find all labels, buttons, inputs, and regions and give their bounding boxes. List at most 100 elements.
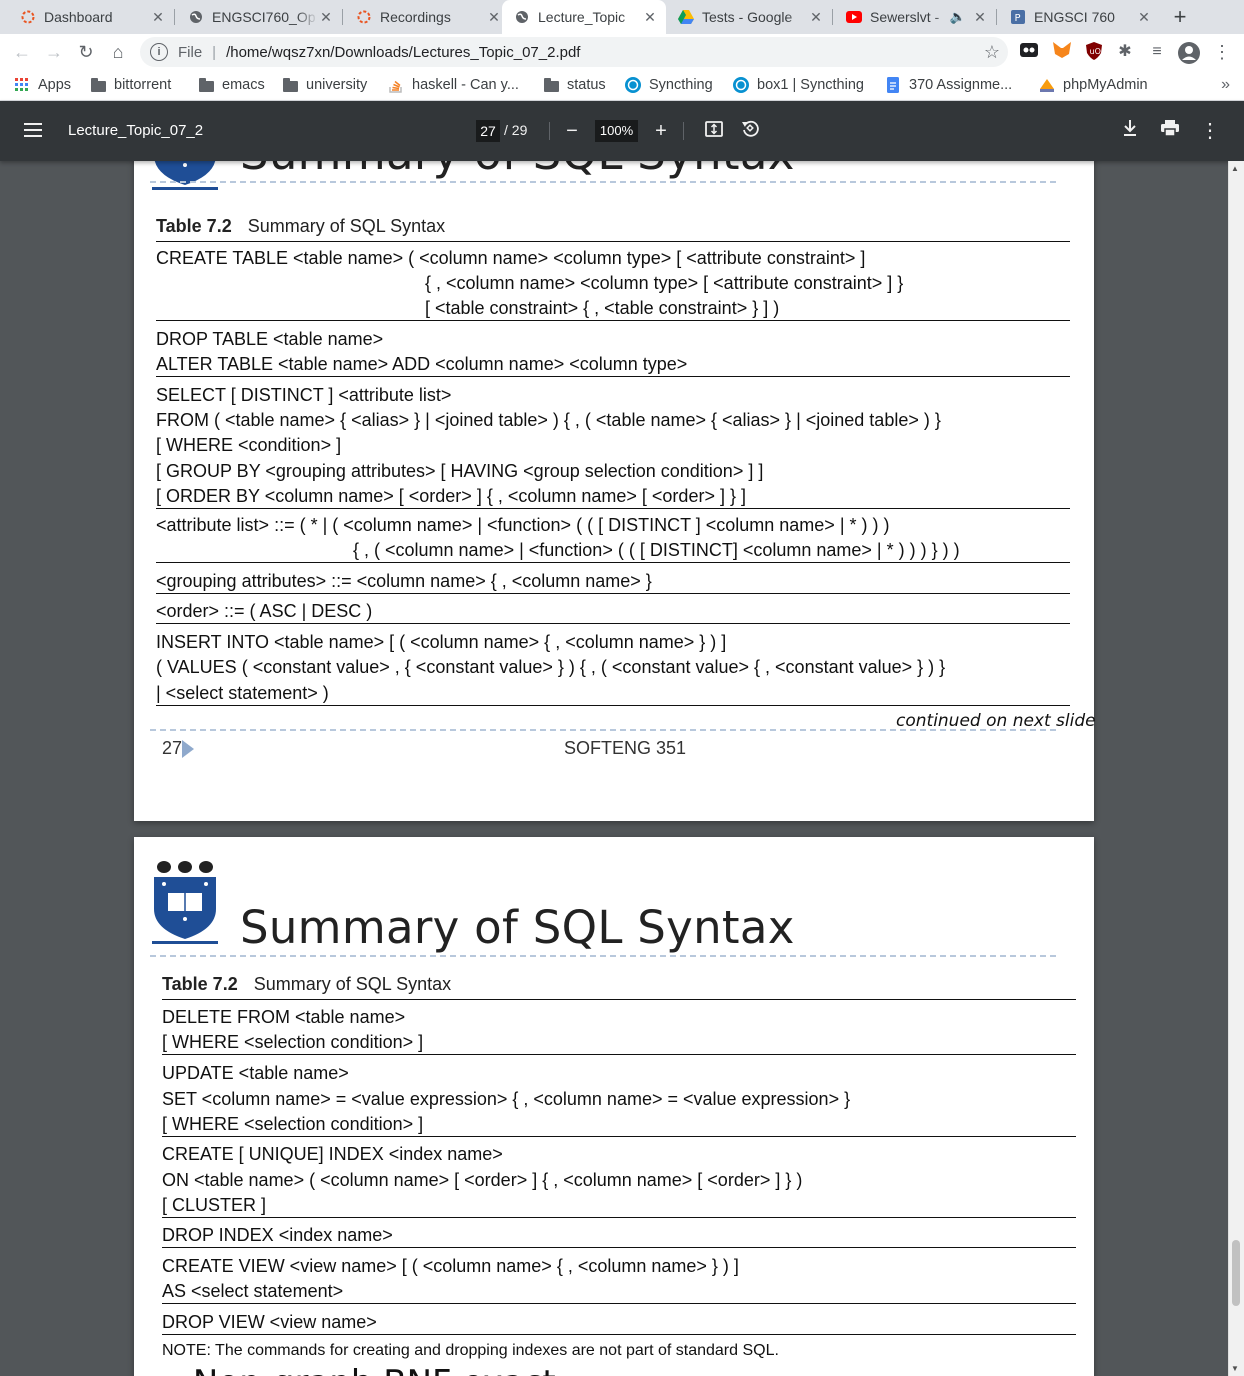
tab-sewerslvt[interactable]: Sewerslvt - 🔈 ✕ <box>834 0 996 34</box>
bookmarks-overflow-icon[interactable]: » <box>1221 76 1230 94</box>
table-rule <box>156 376 1070 377</box>
bookmarks-bar: Apps bittorrent emacs university haskell… <box>0 70 1244 101</box>
home-button[interactable]: ⌂ <box>105 39 131 65</box>
scrollbar-thumb[interactable] <box>1232 1240 1240 1306</box>
tab-lecture-topic[interactable]: Lecture_Topic ✕ <box>502 0 666 34</box>
syntax-line: FROM ( <table name> { <alias> } | <joine… <box>156 410 941 430</box>
stackoverflow-icon <box>388 77 404 93</box>
footer-rule <box>150 729 1056 731</box>
zoom-in-button[interactable]: + <box>649 119 673 143</box>
syntax-line: DELETE FROM <table name> <box>162 1007 406 1027</box>
close-icon[interactable]: ✕ <box>972 9 988 26</box>
close-icon[interactable]: ✕ <box>150 9 166 26</box>
bookmark-syncthing[interactable]: Syncthing <box>625 75 713 95</box>
ubuntu-icon <box>20 9 36 25</box>
close-icon[interactable]: ✕ <box>808 9 824 26</box>
title-underline <box>150 955 1056 957</box>
reload-button[interactable]: ↻ <box>73 39 99 65</box>
print-button[interactable] <box>1158 119 1182 143</box>
syntax-line: [ WHERE <condition> ] <box>156 435 342 455</box>
speaker-icon[interactable]: 🔈 <box>950 9 966 25</box>
bookmark-star-icon[interactable]: ☆ <box>984 42 1000 63</box>
close-icon[interactable]: ✕ <box>1136 9 1152 26</box>
close-icon[interactable]: ✕ <box>486 9 502 26</box>
syncthing-icon <box>625 77 641 93</box>
tab-recordings[interactable]: Recordings ✕ <box>344 0 510 34</box>
zoom-out-button[interactable]: − <box>560 119 584 143</box>
address-bar[interactable]: i File | /home/wqsz7xn/Downloads/Lecture… <box>140 37 1008 67</box>
rotate-button[interactable] <box>738 119 762 143</box>
pdf-page: Summary of SQL Syntax Table 7.2Summary o… <box>134 161 1096 821</box>
tab-dashboard[interactable]: Dashboard ✕ <box>8 0 174 34</box>
syntax-line: ALTER TABLE <table name> ADD <column nam… <box>156 354 688 374</box>
download-button[interactable] <box>1118 119 1142 143</box>
tab-engsci-760[interactable]: P ENGSCI 760 ✕ <box>998 0 1160 34</box>
bookmark-status[interactable]: status <box>543 75 606 95</box>
zoom-input[interactable]: 100% <box>595 120 638 142</box>
metamask-icon[interactable] <box>1052 42 1072 62</box>
syntax-line: ( VALUES ( <constant value> , { <constan… <box>156 657 946 677</box>
table-rule <box>162 1217 1076 1218</box>
syntax-line: | <select statement> ) <box>156 683 329 703</box>
syntax-line: DROP INDEX <index name> <box>162 1225 393 1245</box>
menu-dots-icon[interactable]: ⋮ <box>1212 42 1232 62</box>
bookmark-label: haskell - Can y... <box>412 77 519 93</box>
table-rule <box>156 623 1070 624</box>
close-icon[interactable]: ✕ <box>318 9 334 26</box>
table-rule <box>162 1247 1076 1248</box>
tab-engsci760-op[interactable]: ENGSCI760_Op ✕ <box>176 0 342 34</box>
vertical-scrollbar[interactable]: ▲ ▼ <box>1228 161 1244 1376</box>
ublock-icon[interactable]: uO <box>1084 42 1104 62</box>
table-rule <box>162 999 1076 1000</box>
syntax-line: DROP TABLE <table name> <box>156 329 384 349</box>
bookmark-haskell[interactable]: haskell - Can y... <box>388 75 519 95</box>
title-underline <box>150 181 1056 183</box>
table-note: NOTE: The commands for creating and drop… <box>162 1342 779 1359</box>
bookmark-apps[interactable]: Apps <box>14 75 71 95</box>
syntax-line: { , ( <column name> | <function> ( ( [ D… <box>353 540 960 560</box>
svg-text:uO: uO <box>1090 47 1101 56</box>
bookmark-bittorrent[interactable]: bittorrent <box>90 75 171 95</box>
fit-to-page-button[interactable] <box>702 119 726 143</box>
scroll-down-arrow-icon[interactable]: ▼ <box>1231 1364 1239 1373</box>
close-icon[interactable]: ✕ <box>642 9 658 26</box>
syntax-line: UPDATE <table name> <box>162 1063 349 1083</box>
forward-button[interactable]: → <box>41 39 67 65</box>
bookmark-label: Syncthing <box>649 77 713 93</box>
bookmark-label: university <box>306 77 368 93</box>
profile-avatar-icon[interactable] <box>1178 42 1200 64</box>
bookmark-label: phpMyAdmin <box>1063 77 1148 93</box>
url-text[interactable]: /home/wqsz7xn/Downloads/Lectures_Topic_0… <box>226 44 580 61</box>
apps-grid-icon <box>14 77 30 93</box>
syntax-line: [ CLUSTER ] <box>162 1195 267 1215</box>
bookmark-phpmyadmin[interactable]: phpMyAdmin <box>1039 75 1148 95</box>
extensions-puzzle-icon[interactable]: ✱ <box>1115 42 1135 62</box>
toolbar-divider <box>549 122 550 140</box>
table-caption: Table 7.2 Summary of SQL Syntax <box>162 974 452 994</box>
slide-title: Summary of SQL Syntax <box>240 901 795 954</box>
phpmyadmin-icon <box>1039 77 1055 93</box>
pdf-viewer[interactable]: Summary of SQL Syntax Table 7.2Summary o… <box>0 161 1244 1376</box>
bookmark-label: box1 | Syncthing <box>757 77 864 93</box>
more-options-icon[interactable]: ⋮ <box>1198 119 1222 143</box>
media-control-icon[interactable]: ≡ <box>1147 42 1167 62</box>
bookmark-box1-syncthing[interactable]: box1 | Syncthing <box>733 75 864 95</box>
sidebar-menu-icon[interactable] <box>24 123 42 141</box>
bookmark-label: Apps <box>38 77 72 93</box>
extension-icon[interactable] <box>1019 42 1039 62</box>
table-caption: Table 7.2 Summary of SQL Syntax <box>156 216 446 236</box>
new-tab-button[interactable]: + <box>1168 5 1192 29</box>
bookmark-370-assignment[interactable]: 370 Assignme... <box>885 75 1012 95</box>
slide-page-number: 27 <box>162 738 183 758</box>
back-button[interactable]: ← <box>9 39 35 65</box>
page-number-input[interactable]: 27 <box>476 120 500 142</box>
tab-tests-google[interactable]: Tests - Google ✕ <box>666 0 832 34</box>
scroll-up-arrow-icon[interactable]: ▲ <box>1231 164 1239 173</box>
syntax-line: [ <table constraint> { , <table constrai… <box>425 298 780 318</box>
url-divider: | <box>212 43 217 61</box>
syntax-line: { , <column name> <column type> [ <attri… <box>425 273 904 293</box>
info-icon[interactable]: i <box>150 43 168 61</box>
bookmark-emacs[interactable]: emacs <box>198 75 265 95</box>
table-rule <box>156 241 1070 242</box>
bookmark-university[interactable]: university <box>282 75 367 95</box>
